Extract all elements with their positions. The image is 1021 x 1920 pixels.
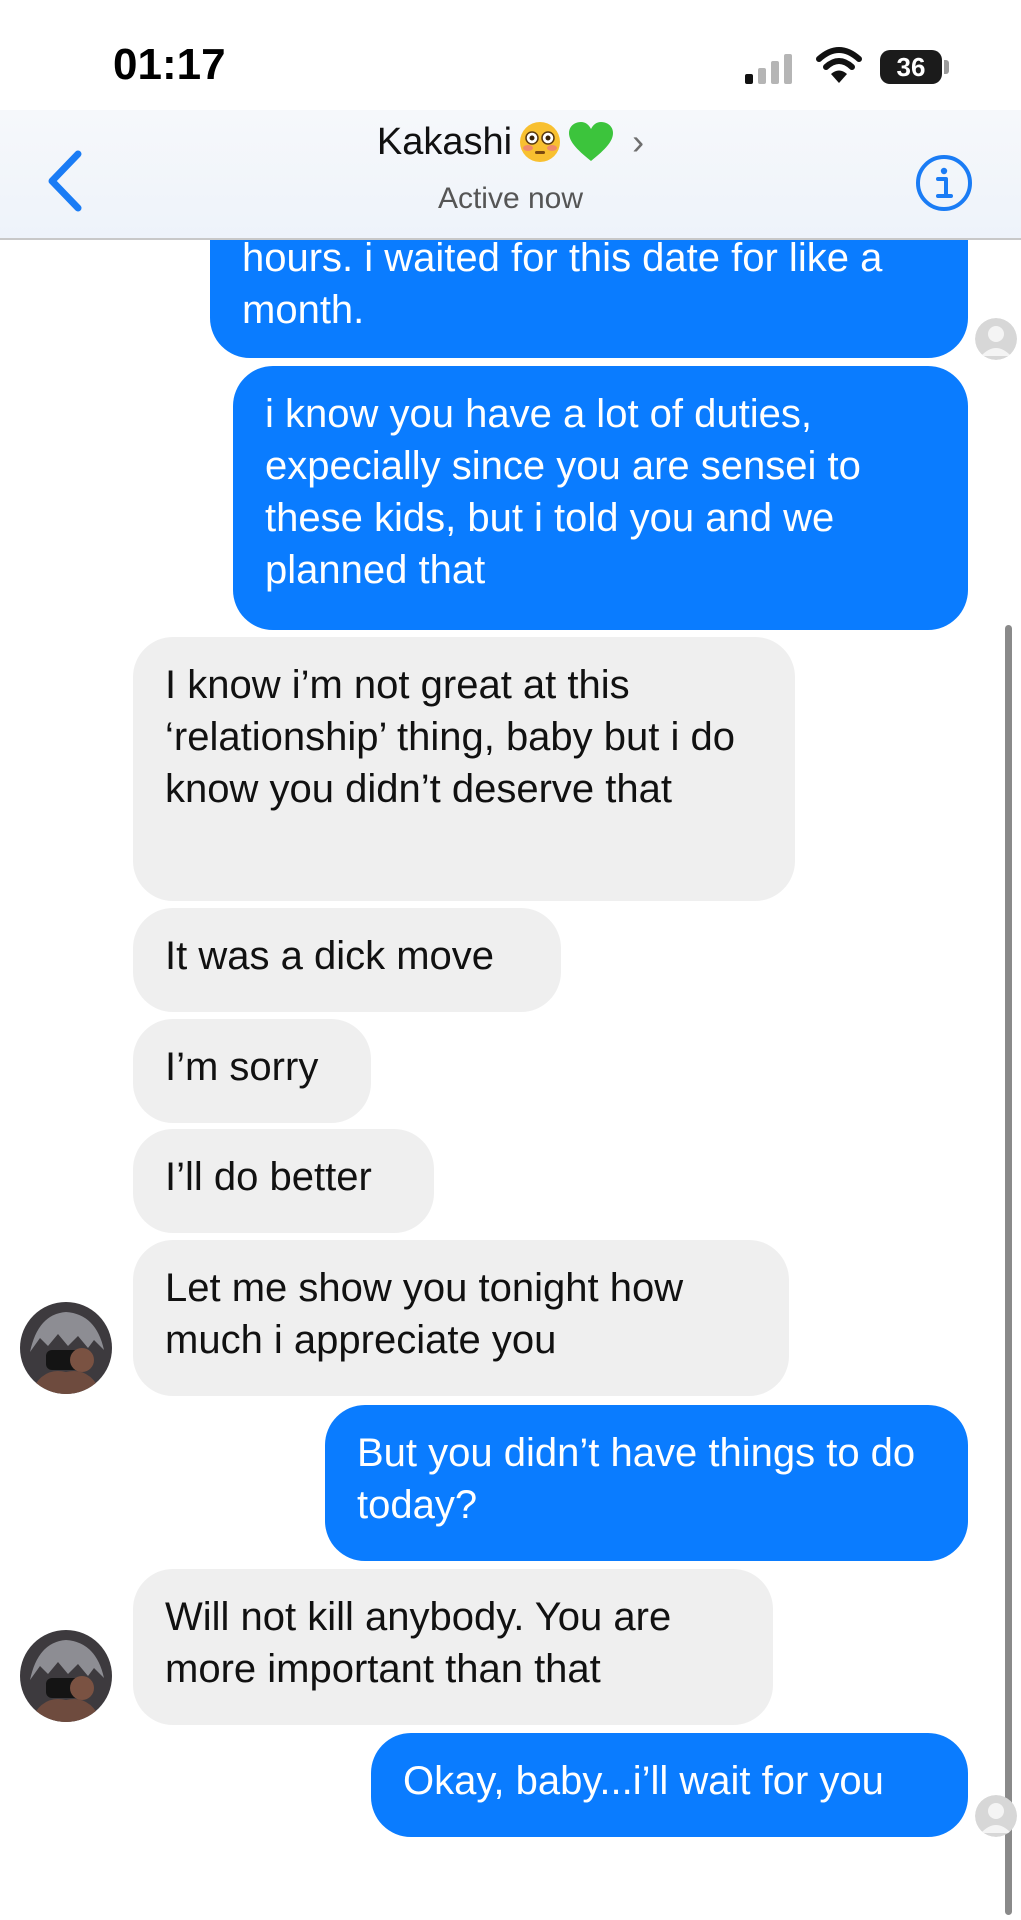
message-outgoing[interactable]: Okay, baby...i’ll wait for you [371,1733,968,1837]
message-incoming[interactable]: I know i’m not great at this ‘relationsh… [133,637,795,901]
chevron-right-icon[interactable]: › [632,121,644,163]
contact-avatar[interactable] [20,1630,112,1722]
cellular-signal-icon [745,52,792,84]
message-incoming[interactable]: I’ll do better [133,1129,434,1233]
contact-avatar[interactable] [20,1302,112,1394]
message-outgoing[interactable]: i know you have a lot of duties, expecia… [233,366,968,630]
message-incoming[interactable]: Let me show you tonight how much i appre… [133,1240,789,1396]
read-receipt-avatar-icon [975,1795,1017,1837]
message-outgoing[interactable]: But you didn’t have things to do today? [325,1405,968,1561]
message-incoming[interactable]: I’m sorry [133,1019,371,1123]
presence-status: Active now [437,182,584,215]
battery-icon: 36 [880,50,942,84]
green-heart-emoji-icon [569,122,614,161]
conversation-header: Kakashi › Active now [0,110,1021,240]
status-bar: 01:17 36 [0,0,1021,110]
flushed-face-emoji-icon [520,122,561,162]
read-receipt-avatar-icon [975,318,1017,360]
scrollbar[interactable] [1005,625,1012,1915]
info-icon[interactable] [915,154,973,212]
message-incoming[interactable]: It was a dick move [133,908,561,1012]
wifi-icon [816,47,862,83]
status-time: 01:17 [113,40,226,89]
contact-name[interactable]: Kakashi [377,121,512,164]
battery-tip [944,60,949,74]
contact-title[interactable]: Kakashi › [0,120,1021,164]
message-incoming[interactable]: Will not kill anybody. You are more impo… [133,1569,773,1725]
